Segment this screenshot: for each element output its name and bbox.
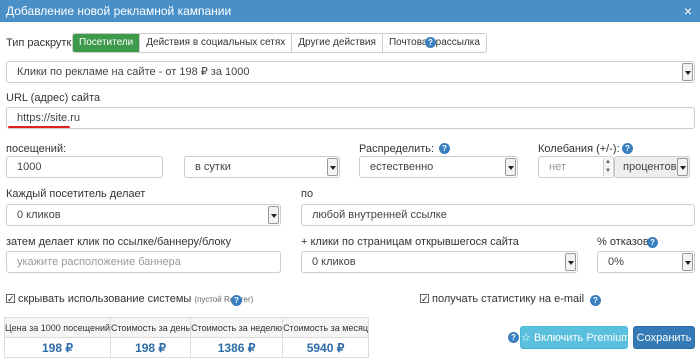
fluctuation-placeholder: нет — [549, 161, 566, 173]
window-titlebar: Добавление новой рекламной кампании — [0, 0, 700, 22]
by-value: любой внутренней ссылке — [312, 209, 447, 221]
visits-input[interactable]: 1000 — [6, 156, 163, 178]
by-label: по — [301, 188, 314, 200]
help-icon[interactable]: ? — [439, 143, 450, 154]
table-header: Стоимость за неделю — [190, 317, 284, 338]
chevron-down-icon — [268, 206, 279, 224]
table-header: Стоимость за месяц — [282, 317, 369, 338]
distribute-value: естественно — [370, 161, 434, 173]
hide-system-text: скрывать использование системы — [18, 293, 192, 305]
extra-clicks-select[interactable]: 0 кликов — [301, 251, 578, 273]
email-stats-checkbox[interactable]: ✓ — [420, 294, 429, 304]
visits-period-select[interactable]: в сутки — [184, 156, 340, 178]
save-button[interactable]: Сохранить — [633, 326, 695, 349]
table-header: Цена за 1000 посещений — [3, 317, 112, 338]
help-icon[interactable]: ? — [590, 295, 601, 306]
spinner[interactable]: ▲ ▼ — [603, 158, 612, 176]
banner-location-placeholder: укажите расположение баннера — [17, 256, 181, 268]
chevron-down-icon — [327, 158, 338, 176]
enable-premium-button[interactable]: ☆ Включить Premium — [520, 326, 631, 349]
campaign-type-value: Клики по рекламе на сайте - от 198 ₽ за … — [17, 66, 250, 78]
extra-clicks-value: 0 кликов — [312, 256, 356, 268]
help-icon[interactable]: ? — [425, 37, 436, 48]
table-header: Стоимость за день — [110, 317, 192, 338]
hide-system-checkbox[interactable]: ✓ — [6, 294, 15, 304]
table-cell: 5940 ₽ — [282, 337, 369, 358]
promo-type-label: Тип раскрутки: — [6, 37, 81, 49]
distribute-select[interactable]: естественно — [359, 156, 518, 178]
bounce-label: % отказов — [597, 236, 649, 248]
tab-social-actions[interactable]: Действия в социальных сетях — [140, 34, 293, 52]
help-icon[interactable]: ? — [508, 332, 519, 343]
campaign-type-select[interactable]: Клики по рекламе на сайте - от 198 ₽ за … — [6, 61, 695, 83]
tab-visitors[interactable]: Посетители — [73, 34, 141, 52]
hide-system-label: скрывать использование системы (пустой R… — [18, 293, 253, 305]
bounce-select[interactable]: 0% — [597, 251, 695, 273]
table-cell: 1386 ₽ — [190, 337, 284, 358]
url-highlight-underline — [8, 126, 70, 128]
url-input[interactable]: https://site.ru — [6, 107, 695, 129]
visits-period-value: в сутки — [195, 161, 231, 173]
chevron-down-icon — [682, 253, 693, 271]
chevron-down-icon — [565, 253, 576, 271]
fluctuation-input[interactable]: нет ▲ ▼ — [538, 156, 614, 178]
help-icon[interactable]: ? — [622, 143, 633, 154]
fluctuation-label: Колебания (+/-): — [538, 143, 620, 155]
tab-other-actions[interactable]: Другие действия — [292, 34, 383, 52]
help-icon[interactable]: ? — [647, 237, 658, 248]
chevron-down-icon — [505, 158, 516, 176]
spin-down-icon[interactable]: ▼ — [605, 168, 611, 174]
cost-stats-table: Цена за 1000 посещений Стоимость за день… — [3, 317, 369, 358]
bounce-value: 0% — [608, 256, 624, 268]
banner-click-label: затем делает клик по ссылке/баннеру/блок… — [6, 236, 231, 248]
hide-system-note: (пустой Referer) — [194, 295, 254, 304]
distribute-label: Распределить: — [359, 143, 435, 155]
table-cell: 198 ₽ — [3, 337, 112, 358]
fluctuation-unit-value: процентов — [623, 161, 677, 173]
by-input[interactable]: любой внутренней ссылке — [301, 204, 695, 226]
each-visitor-label: Каждый посетитель делает — [6, 188, 146, 200]
table-header-row: Цена за 1000 посещений Стоимость за день… — [3, 317, 369, 338]
email-stats-label: получать статистику на e-mail — [432, 293, 585, 305]
each-visitor-value: 0 кликов — [17, 209, 61, 221]
visits-value: 1000 — [17, 161, 42, 173]
table-cell: 198 ₽ — [110, 337, 192, 358]
save-label: Сохранить — [636, 332, 692, 344]
fluctuation-unit-select[interactable]: процентов — [614, 156, 690, 178]
table-row: 198 ₽ 198 ₽ 1386 ₽ 5940 ₽ — [3, 337, 369, 358]
window-title: Добавление новой рекламной кампании — [6, 4, 232, 18]
enable-premium-label: Включить Premium — [533, 332, 631, 344]
extra-clicks-label: + клики по страницам открывшегося сайта — [301, 236, 519, 248]
each-visitor-select[interactable]: 0 кликов — [6, 204, 281, 226]
url-label: URL (адрес) сайта — [6, 92, 101, 104]
close-icon[interactable]: × — [681, 0, 695, 22]
chevron-down-icon — [677, 158, 688, 176]
chevron-down-icon — [682, 63, 693, 81]
star-icon: ☆ — [521, 332, 531, 344]
url-value: https://site.ru — [17, 112, 80, 124]
banner-location-input[interactable]: укажите расположение баннера — [6, 251, 281, 273]
visits-label: посещений: — [6, 143, 67, 155]
help-icon[interactable]: ? — [231, 295, 242, 306]
spin-up-icon[interactable]: ▲ — [605, 159, 611, 165]
